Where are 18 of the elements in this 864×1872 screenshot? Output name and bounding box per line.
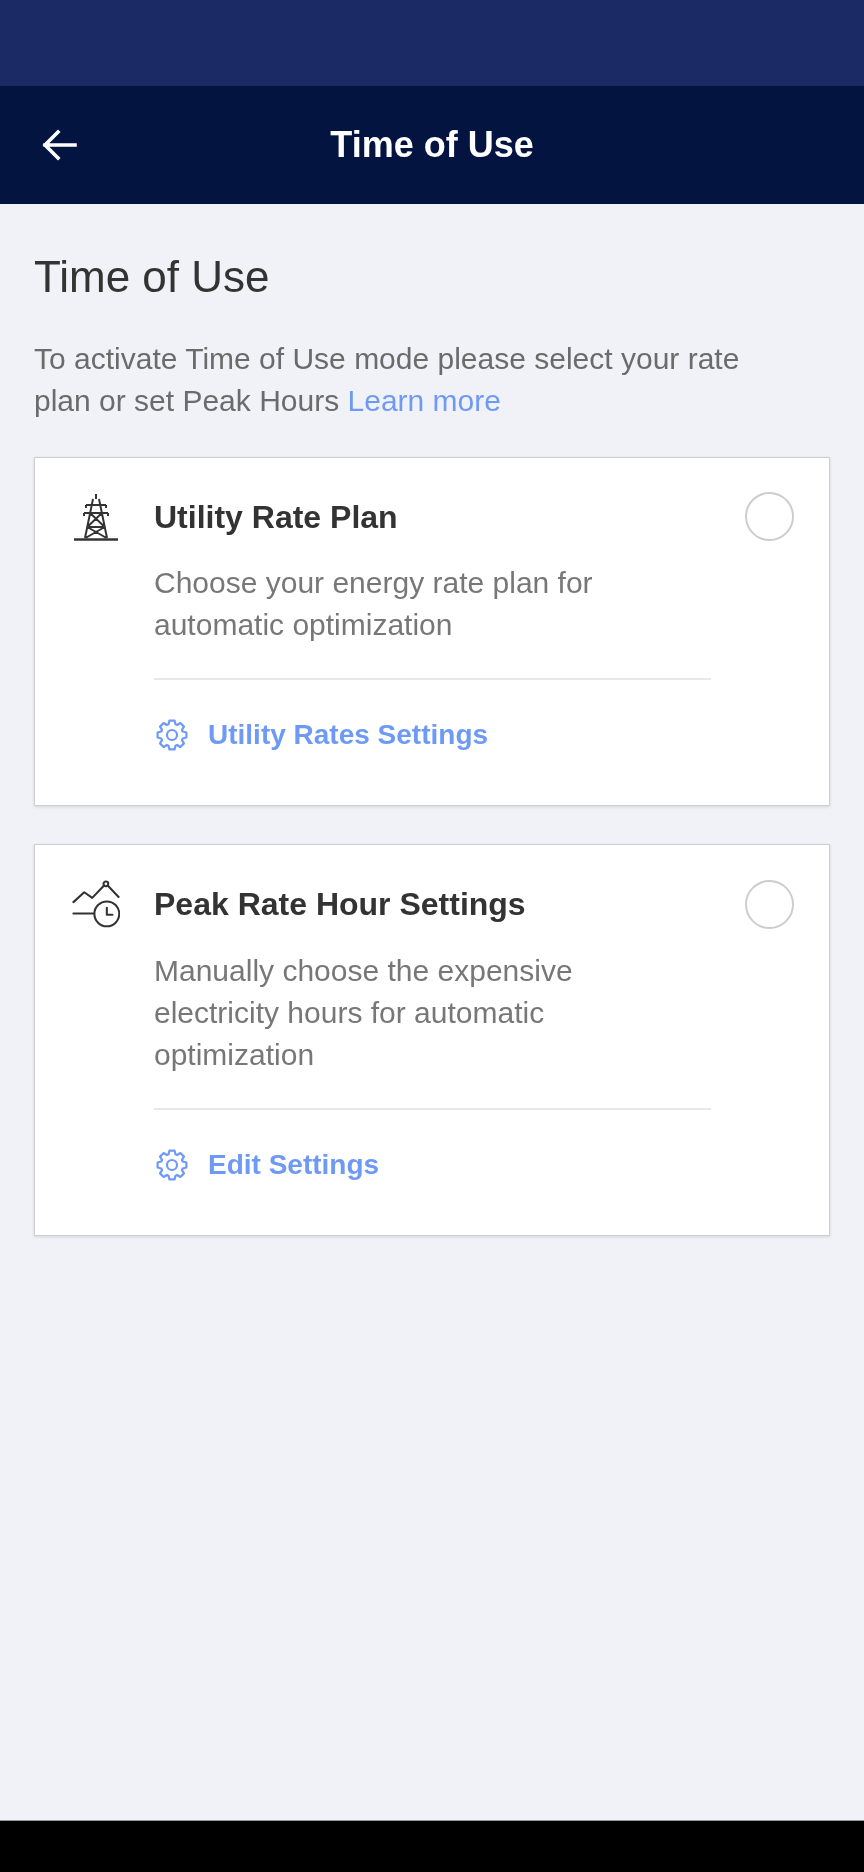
option-title: Utility Rate Plan <box>154 497 399 537</box>
back-arrow-icon <box>41 128 77 162</box>
page-heading: Time of Use <box>34 251 271 303</box>
settings-link[interactable]: Edit Settings <box>154 1145 380 1185</box>
back-button[interactable] <box>41 128 77 162</box>
option-description: Manually choose the expensive electricity hours for automatic optimization <box>154 953 574 1073</box>
radio-button[interactable] <box>745 492 794 541</box>
learn-more-link[interactable]: Learn more <box>347 384 501 417</box>
gear-icon <box>156 1149 188 1181</box>
gear-icon <box>156 719 188 751</box>
screen-title: Time of Use <box>330 123 534 167</box>
settings-link[interactable]: Utility Rates Settings <box>154 715 489 755</box>
option-title: Peak Rate Hour Settings <box>154 885 527 924</box>
transmission-tower-icon <box>72 492 120 541</box>
radio-button[interactable] <box>745 879 794 929</box>
chart-clock-icon <box>72 879 120 929</box>
intro-text: To activate Time of Use mode please select your rate plan or set Peak Hours Learn more <box>34 341 741 419</box>
option-description: Choose your energy rate plan for automatic optimization <box>154 565 594 643</box>
